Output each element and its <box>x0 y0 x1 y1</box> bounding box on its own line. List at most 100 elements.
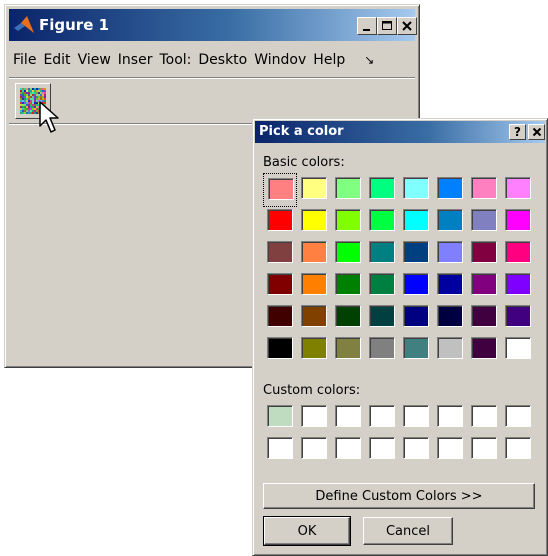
basic-color-swatch[interactable] <box>297 333 331 367</box>
basic-color-swatch[interactable] <box>331 205 365 239</box>
basic-color-swatch-color <box>505 305 531 327</box>
basic-color-swatch[interactable] <box>297 237 331 271</box>
custom-color-swatch[interactable] <box>501 433 535 467</box>
basic-color-swatch[interactable] <box>433 269 467 303</box>
menu-desktop[interactable]: Deskto <box>194 52 250 68</box>
minimize-button[interactable] <box>357 17 377 35</box>
figure-title-bar[interactable]: Figure 1 <box>9 9 417 41</box>
custom-color-swatch[interactable] <box>433 433 467 467</box>
basic-color-swatch-color <box>471 337 497 359</box>
menu-insert[interactable]: Inser <box>114 52 156 68</box>
basic-color-swatch[interactable] <box>365 173 399 207</box>
basic-color-swatch-color <box>505 209 531 231</box>
basic-color-swatch[interactable] <box>365 333 399 367</box>
custom-color-swatch[interactable] <box>433 401 467 435</box>
basic-color-swatch[interactable] <box>331 269 365 303</box>
custom-color-swatch[interactable] <box>467 401 501 435</box>
basic-color-swatch[interactable] <box>467 301 501 335</box>
basic-color-swatch[interactable] <box>297 173 331 207</box>
custom-color-swatch[interactable] <box>467 433 501 467</box>
dialog-title-bar[interactable]: Pick a color ? <box>255 121 545 143</box>
cancel-button[interactable]: Cancel <box>363 517 453 545</box>
basic-color-swatch[interactable] <box>433 173 467 207</box>
menu-help[interactable]: Help <box>309 52 348 68</box>
basic-color-swatch[interactable] <box>263 301 297 335</box>
basic-color-swatch-color <box>369 305 395 327</box>
custom-color-swatch[interactable] <box>263 433 297 467</box>
menu-bar: File Edit View Inser Tool: Deskto Windov… <box>9 45 415 75</box>
basic-color-swatch[interactable] <box>467 173 501 207</box>
custom-color-swatch-color <box>369 437 395 459</box>
custom-color-swatch[interactable] <box>297 401 331 435</box>
basic-color-swatch[interactable] <box>501 237 535 271</box>
custom-color-swatch[interactable] <box>331 401 365 435</box>
menu-edit[interactable]: Edit <box>39 52 73 68</box>
basic-color-swatch[interactable] <box>501 301 535 335</box>
basic-color-swatch[interactable] <box>501 205 535 239</box>
basic-color-swatch[interactable] <box>365 269 399 303</box>
basic-color-swatch[interactable] <box>433 301 467 335</box>
menu-file[interactable]: File <box>9 52 39 68</box>
basic-color-swatch[interactable] <box>399 333 433 367</box>
basic-color-swatch[interactable] <box>297 301 331 335</box>
menu-tools[interactable]: Tool: <box>155 52 194 68</box>
basic-color-swatch[interactable] <box>331 333 365 367</box>
basic-color-swatch[interactable] <box>501 269 535 303</box>
basic-color-swatch[interactable] <box>467 237 501 271</box>
custom-color-swatch[interactable] <box>501 401 535 435</box>
basic-color-swatch[interactable] <box>365 237 399 271</box>
basic-color-swatch[interactable] <box>297 269 331 303</box>
basic-color-swatch-color <box>335 305 361 327</box>
basic-color-swatch[interactable] <box>433 205 467 239</box>
basic-color-swatch[interactable] <box>467 269 501 303</box>
custom-color-swatch-color <box>403 405 429 427</box>
basic-color-swatch-color <box>267 209 293 231</box>
ok-button[interactable]: OK <box>263 516 351 546</box>
basic-color-swatch[interactable] <box>263 269 297 303</box>
basic-color-swatch[interactable] <box>399 173 433 207</box>
custom-color-swatch[interactable] <box>297 433 331 467</box>
menu-overflow-icon[interactable]: ↘ <box>360 53 377 67</box>
custom-color-swatch[interactable] <box>399 433 433 467</box>
maximize-button[interactable] <box>377 17 397 35</box>
basic-color-swatch[interactable] <box>399 237 433 271</box>
custom-color-swatch[interactable] <box>399 401 433 435</box>
close-icon <box>532 127 541 137</box>
basic-color-swatch-color <box>437 273 463 295</box>
basic-color-swatch[interactable] <box>399 269 433 303</box>
basic-color-swatch[interactable] <box>433 237 467 271</box>
basic-color-swatch[interactable] <box>365 301 399 335</box>
basic-color-swatch[interactable] <box>501 333 535 367</box>
close-button[interactable] <box>397 17 417 35</box>
basic-color-swatch[interactable] <box>501 173 535 207</box>
menu-window[interactable]: Windov <box>250 52 309 68</box>
basic-color-swatch[interactable] <box>399 205 433 239</box>
basic-color-swatch[interactable] <box>433 333 467 367</box>
basic-color-swatch[interactable] <box>263 173 297 207</box>
basic-color-swatch-color <box>335 273 361 295</box>
basic-color-swatch[interactable] <box>263 237 297 271</box>
basic-color-swatch-color <box>403 177 429 199</box>
define-custom-colors-button[interactable]: Define Custom Colors >> <box>263 483 535 509</box>
basic-color-swatch[interactable] <box>467 333 501 367</box>
basic-color-swatch-color <box>301 337 327 359</box>
custom-color-swatch[interactable] <box>365 401 399 435</box>
custom-color-swatch[interactable] <box>331 433 365 467</box>
basic-color-swatch[interactable] <box>365 205 399 239</box>
basic-color-swatch[interactable] <box>331 237 365 271</box>
basic-color-swatch[interactable] <box>297 205 331 239</box>
custom-color-swatch[interactable] <box>263 401 297 435</box>
basic-color-swatch[interactable] <box>331 301 365 335</box>
toolbar-divider <box>9 77 415 79</box>
basic-color-swatch[interactable] <box>399 301 433 335</box>
basic-color-swatch-color <box>505 273 531 295</box>
dialog-close-button[interactable] <box>528 124 545 140</box>
menu-view[interactable]: View <box>74 52 114 68</box>
help-button[interactable]: ? <box>509 124 526 140</box>
basic-color-swatch[interactable] <box>263 333 297 367</box>
basic-color-swatch[interactable] <box>467 205 501 239</box>
basic-color-swatch[interactable] <box>263 205 297 239</box>
basic-color-swatch[interactable] <box>331 173 365 207</box>
custom-color-swatch[interactable] <box>365 433 399 467</box>
basic-color-swatch-color <box>403 337 429 359</box>
